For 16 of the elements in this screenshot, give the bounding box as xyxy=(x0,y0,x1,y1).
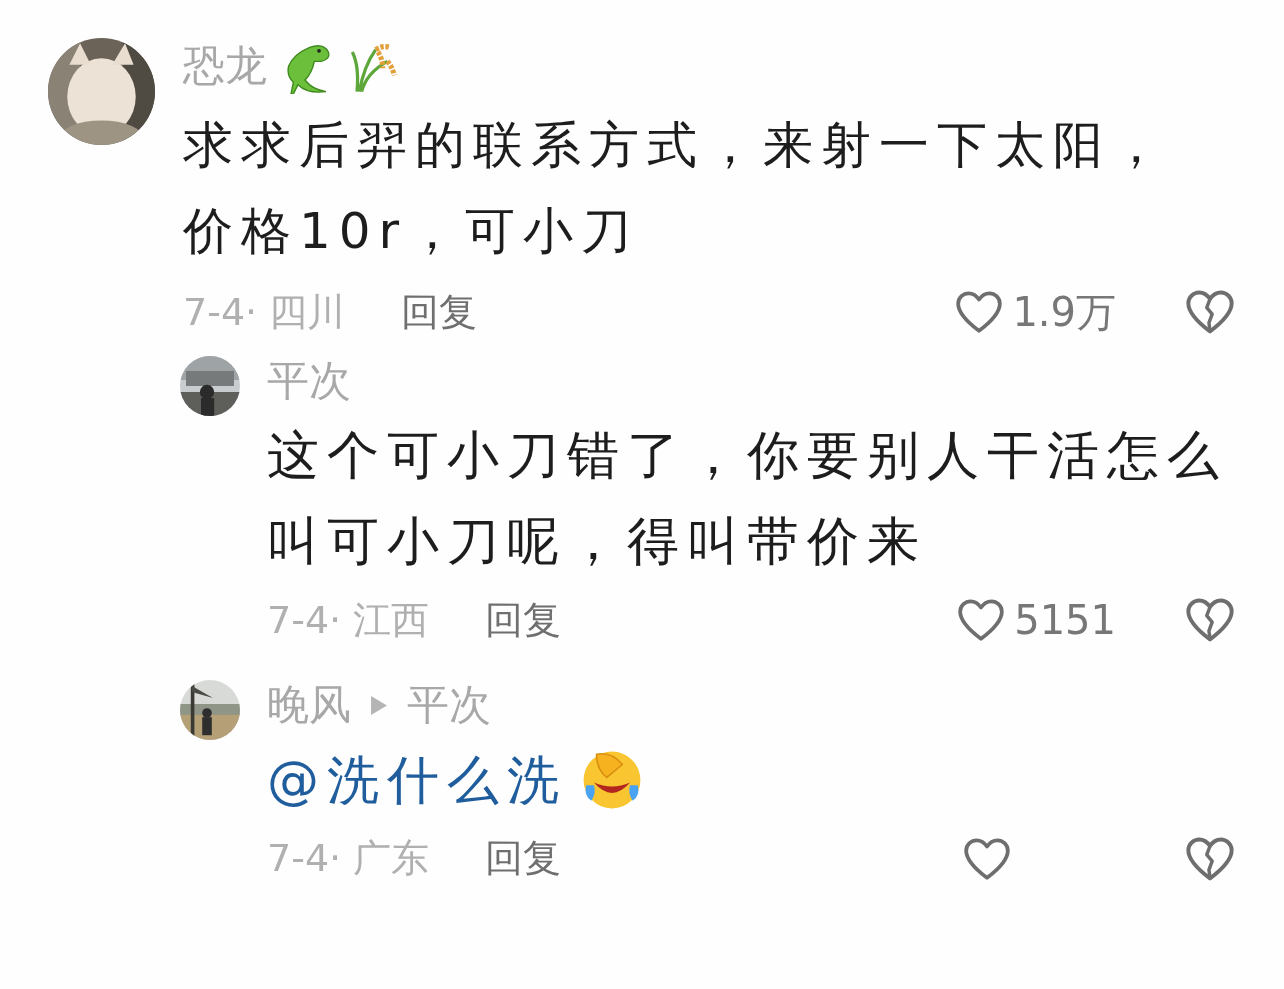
reply-link[interactable]: 回复 xyxy=(485,830,562,888)
user-name: 恐龙 xyxy=(183,40,267,92)
reply-link[interactable]: 回复 xyxy=(401,283,478,341)
comment-meta: 7-4· 江西 xyxy=(267,596,430,644)
reply-arrow-icon xyxy=(371,696,387,716)
user-name: 平次 xyxy=(267,356,351,407)
comment-text: 这个可小刀错了，你要别人干活怎么叫可小刀呢，得叫带价来 xyxy=(267,424,1228,574)
comment-meta: 7-4· 广东 xyxy=(267,835,430,883)
like-count: 1.9万 xyxy=(1012,288,1116,337)
comment-text: 求求后羿的联系方式，来射一下太阳，价格10r，可小刀 xyxy=(183,115,1170,262)
user-name: 平次 xyxy=(407,680,491,731)
mention-link[interactable]: @洗什么洗 xyxy=(267,736,567,823)
like-count: 5151 xyxy=(1014,596,1116,646)
user-name: 晚风 xyxy=(267,680,351,731)
reply-link[interactable]: 回复 xyxy=(485,591,562,649)
comment-meta: 7-4· 四川 xyxy=(183,288,346,336)
